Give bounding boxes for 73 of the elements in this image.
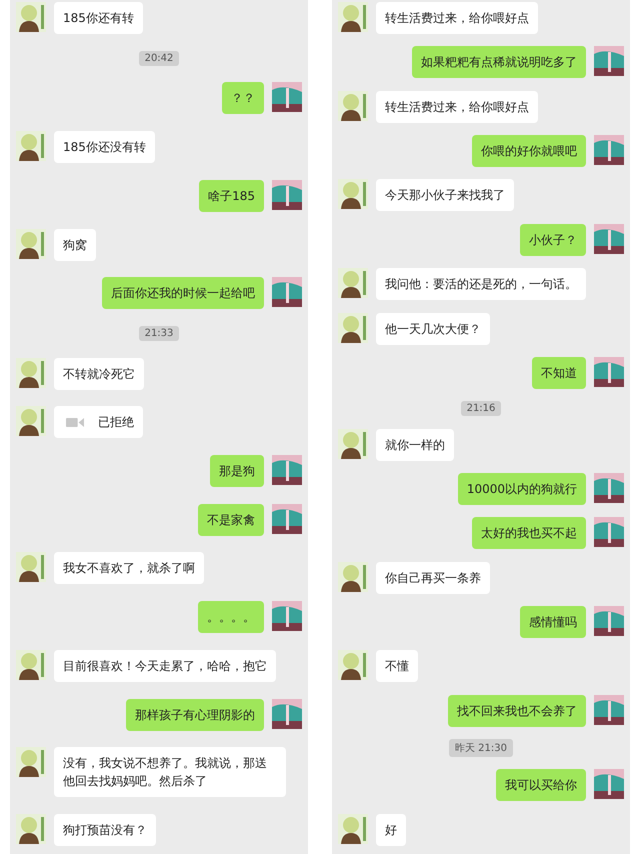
avatar-icon xyxy=(272,82,302,112)
message-bubble: 那样孩子有心理阴影的 xyxy=(126,698,264,731)
call-status: 已拒绝 xyxy=(98,414,134,432)
avatar-icon xyxy=(338,814,368,844)
avatar-icon xyxy=(272,698,302,729)
message-bubble: 。。。。 xyxy=(198,601,264,634)
avatar-icon xyxy=(594,769,624,800)
message-bubble: 狗打预苗没有？ xyxy=(54,814,156,846)
message-bubble: 太好的我也买不起 xyxy=(472,517,586,550)
message-bubble: 如果粑粑有点稀就说明吃多了 xyxy=(412,46,586,78)
timestamp: 21:16 xyxy=(460,401,502,416)
avatar-icon xyxy=(594,606,624,636)
message-bubble: 后面你还我的时候一起给吧 xyxy=(102,277,264,310)
message-bubble: 你喂的好你就喂吧 xyxy=(472,135,586,168)
avatar-icon xyxy=(16,650,46,680)
avatar-icon xyxy=(338,268,368,298)
message-bubble: 他一天几次大便？ xyxy=(376,312,490,345)
avatar-icon xyxy=(16,747,46,778)
avatar-icon xyxy=(16,814,46,844)
avatar-icon xyxy=(594,517,624,548)
message-bubble: 找不回来我也不会养了 xyxy=(448,694,586,727)
avatar-icon xyxy=(338,90,368,121)
message-bubble: 没有，我女说不想养了。我就说，那送他回去找妈妈吧。然后杀了 xyxy=(54,747,286,798)
message-bubble: 转生活费过来，给你喂好点 xyxy=(376,2,538,34)
avatar-icon xyxy=(272,277,302,308)
avatar-icon xyxy=(272,504,302,534)
avatar-icon xyxy=(338,562,368,592)
message-bubble: 啥子185 xyxy=(199,180,264,212)
avatar-icon xyxy=(338,312,368,343)
message-bubble: 不知道 xyxy=(532,356,586,389)
message-bubble: 今天那小伙子来找我了 xyxy=(376,179,514,212)
avatar-icon xyxy=(16,228,46,259)
message-bubble: 不转就冷死它 xyxy=(54,358,144,390)
avatar-icon xyxy=(272,601,302,632)
avatar-icon xyxy=(594,46,624,76)
avatar-icon xyxy=(16,552,46,582)
message-bubble: 185你还有转 xyxy=(54,2,143,34)
avatar-icon xyxy=(16,131,46,162)
avatar-icon xyxy=(594,472,624,503)
avatar-icon xyxy=(272,180,302,210)
message-bubble: 我可以买给你 xyxy=(496,769,586,802)
message-bubble: 目前很喜欢！今天走累了，哈哈，抱它 xyxy=(54,650,276,682)
avatar-icon xyxy=(594,224,624,254)
avatar-icon xyxy=(338,179,368,210)
avatar-icon xyxy=(16,358,46,388)
avatar-icon xyxy=(338,2,368,32)
message-bubble: 好 xyxy=(376,814,406,846)
video-call-icon xyxy=(66,416,84,428)
message-bubble: 我女不喜欢了，就杀了啊 xyxy=(54,552,204,584)
message-bubble: 185你还没有转 xyxy=(54,131,155,164)
avatar-icon xyxy=(338,428,368,459)
timestamp: 20:42 xyxy=(138,50,180,66)
avatar-icon xyxy=(272,455,302,486)
message-bubble: 不是家禽 xyxy=(198,504,264,536)
message-bubble: 不懂 xyxy=(376,650,418,682)
avatar-icon xyxy=(594,694,624,725)
message-bubble: 你自己再买一条养 xyxy=(376,562,490,594)
message-bubble: 转生活费过来，给你喂好点 xyxy=(376,90,538,123)
message-bubble: 感情懂吗 xyxy=(520,606,586,638)
message-bubble: 小伙子？ xyxy=(520,224,586,256)
message-bubble: 就你一样的 xyxy=(376,428,454,461)
message-bubble: 我问他：要活的还是死的，一句话。 xyxy=(376,268,586,300)
message-bubble: ？？ xyxy=(222,82,264,114)
avatar-icon xyxy=(338,650,368,680)
timestamp: 昨天 21:30 xyxy=(449,739,513,758)
timestamp: 21:33 xyxy=(138,326,180,341)
avatar-icon xyxy=(16,406,46,436)
message-bubble: 10000以内的狗就行 xyxy=(458,472,586,505)
avatar-icon xyxy=(594,135,624,166)
message-bubble: 狗窝 xyxy=(54,228,96,261)
avatar-icon xyxy=(16,2,46,32)
message-bubble: 那是狗 xyxy=(210,455,264,488)
avatar-icon xyxy=(594,356,624,387)
